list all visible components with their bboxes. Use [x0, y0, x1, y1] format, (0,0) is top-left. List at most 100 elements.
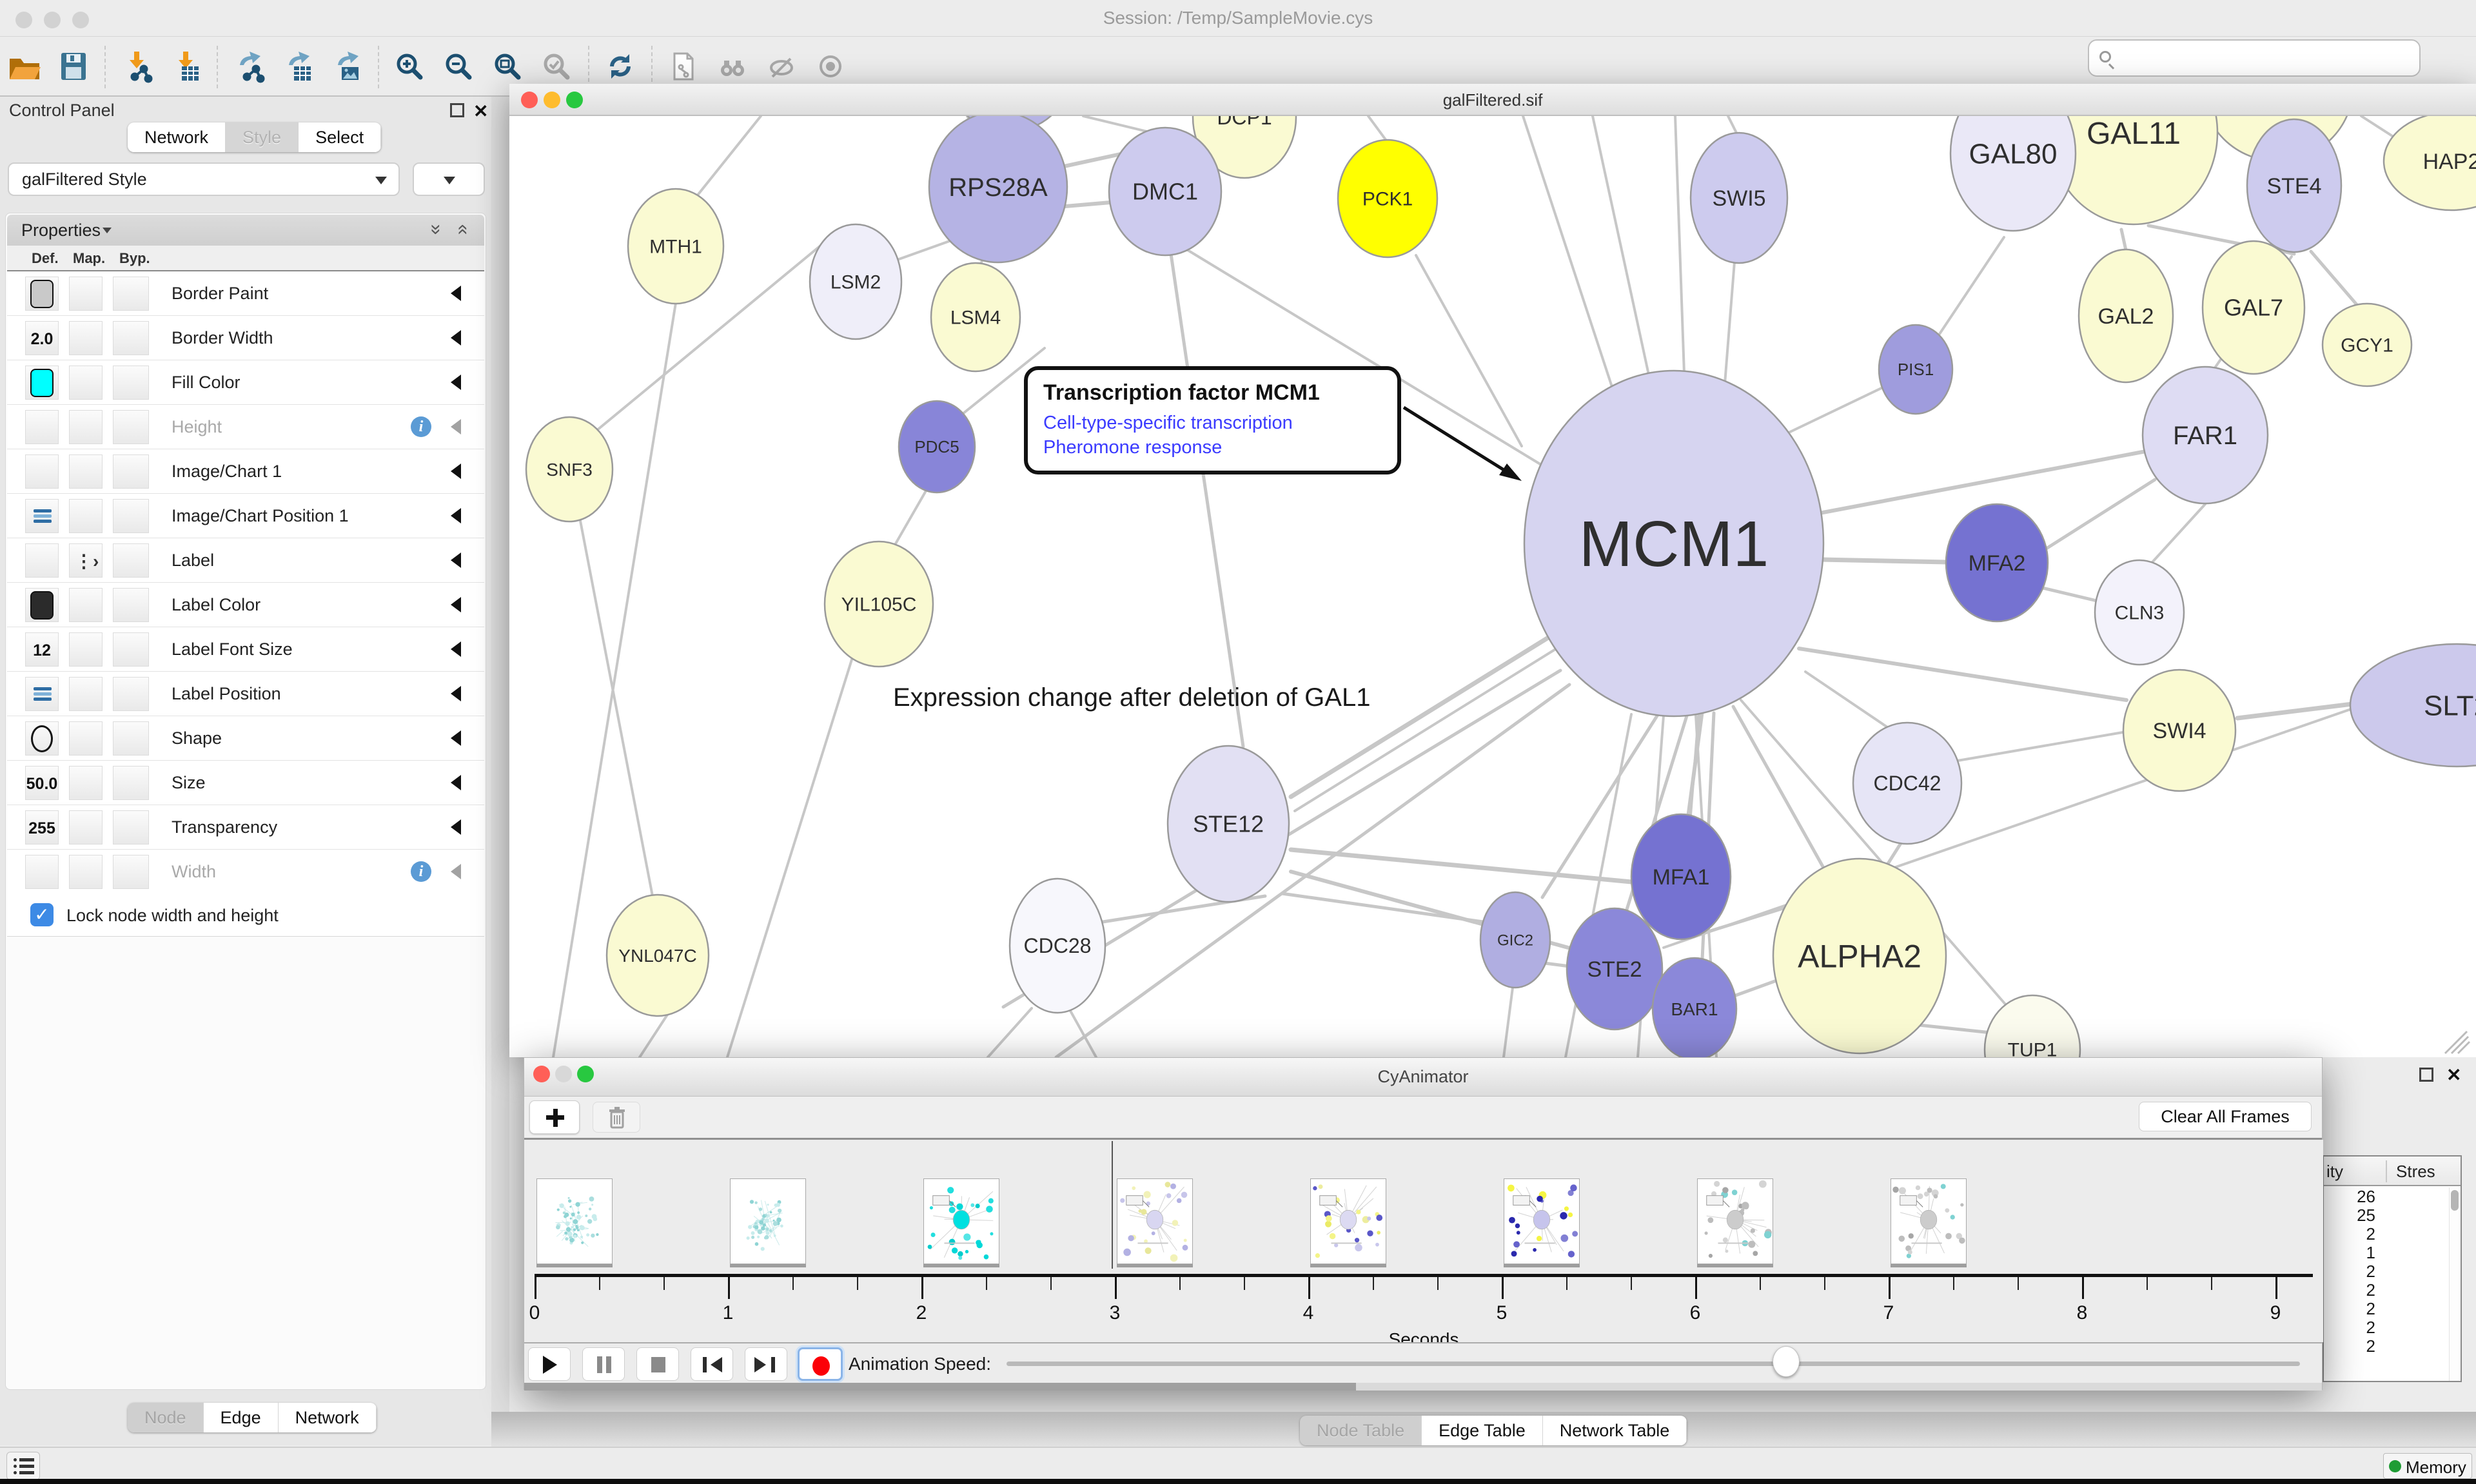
mapping-icon[interactable]: ⋮› [75, 551, 99, 572]
tab-edge-table[interactable]: Edge Table [1422, 1416, 1543, 1445]
property-row-label-color[interactable]: Label Color [7, 583, 484, 627]
node-RPS28A[interactable]: RPS28A [929, 116, 1067, 262]
pause-button[interactable] [582, 1347, 625, 1381]
bypass-cell[interactable] [113, 721, 149, 756]
color-swatch[interactable] [30, 591, 54, 620]
table-vertical-scrollbar[interactable] [2449, 1187, 2459, 1381]
zoom-in-button[interactable] [387, 43, 433, 90]
lock-size-checkbox[interactable]: ✓ [30, 903, 54, 926]
default-value[interactable]: 50.0 [26, 775, 58, 794]
node-GAL2[interactable]: GAL2 [2079, 249, 2173, 382]
default-cell[interactable]: 2.0 [25, 321, 59, 355]
table-cell[interactable]: 2 [2324, 1318, 2375, 1337]
tab-node-table[interactable]: Node Table [1300, 1416, 1422, 1445]
task-history-button[interactable] [6, 1452, 40, 1480]
node-LSM4[interactable]: LSM4 [931, 263, 1020, 371]
mapping-cell[interactable] [69, 366, 103, 400]
node-GIC2[interactable]: GIC2 [1480, 892, 1550, 988]
bypass-cell[interactable] [113, 366, 149, 400]
node-table[interactable]: ity Stres 26252122222 [2323, 1155, 2462, 1382]
search-input[interactable] [2088, 39, 2421, 77]
cyanimator-timeline[interactable]: 0123456789 Seconds [524, 1140, 2323, 1342]
bypass-cell[interactable] [113, 632, 149, 667]
table-cell[interactable]: 1 [2324, 1244, 2375, 1262]
default-cell[interactable]: 50.0 [25, 766, 59, 800]
table-cell[interactable]: 2 [2324, 1337, 2375, 1356]
property-row-border-paint[interactable]: Border Paint [7, 271, 484, 316]
bypass-cell[interactable] [113, 588, 149, 622]
property-row-size[interactable]: 50.0Size [7, 761, 484, 805]
export-table-button[interactable] [275, 43, 321, 90]
frame-thumbnail-6[interactable] [1697, 1178, 1773, 1264]
default-value[interactable]: 12 [26, 641, 58, 660]
property-row-label[interactable]: ⋮›Label [7, 538, 484, 583]
info-icon[interactable]: i [411, 861, 431, 882]
mapping-cell[interactable] [69, 677, 103, 711]
zoom-selected-button[interactable] [534, 43, 580, 90]
frame-thumbnail-3[interactable] [1117, 1178, 1193, 1264]
mapping-cell[interactable] [69, 277, 103, 311]
default-cell[interactable] [25, 410, 59, 444]
bypass-cell[interactable] [113, 810, 149, 845]
bypass-cell[interactable] [113, 855, 149, 889]
tab-node[interactable]: Node [128, 1403, 204, 1432]
bypass-cell[interactable] [113, 543, 149, 578]
table-cell[interactable]: 25 [2324, 1206, 2375, 1225]
mapping-cell[interactable] [69, 855, 103, 889]
expand-all-icon[interactable]: » [426, 224, 447, 235]
mapping-cell[interactable] [69, 499, 103, 533]
table-cell[interactable]: 26 [2324, 1187, 2375, 1206]
default-cell[interactable] [25, 855, 59, 889]
default-cell[interactable] [25, 454, 59, 489]
close-panel-icon[interactable]: ✕ [2446, 1064, 2461, 1086]
export-network-button[interactable] [226, 43, 272, 90]
node-SWI4[interactable]: SWI4 [2123, 670, 2235, 791]
node-CDC42[interactable]: CDC42 [1853, 723, 1961, 844]
property-row-shape[interactable]: Shape [7, 716, 484, 761]
column-divider[interactable] [2386, 1160, 2387, 1182]
zoom-out-button[interactable] [436, 43, 482, 90]
table-cell[interactable]: 2 [2324, 1262, 2375, 1281]
mapping-cell[interactable]: ⋮› [69, 543, 103, 578]
node-STE4[interactable]: STE4 [2247, 119, 2341, 252]
mapping-cell[interactable] [69, 454, 103, 489]
expand-row-icon[interactable] [451, 508, 461, 523]
property-row-label-font-size[interactable]: 12Label Font Size [7, 627, 484, 672]
document-button[interactable] [660, 43, 707, 90]
export-image-button[interactable] [324, 43, 370, 90]
node-MFA1[interactable]: MFA1 [1631, 814, 1731, 939]
property-row-image-chart-1[interactable]: Image/Chart 1 [7, 449, 484, 494]
default-cell[interactable] [25, 277, 59, 311]
node-SNF3[interactable]: SNF3 [526, 417, 613, 522]
node-PDC5[interactable]: PDC5 [899, 401, 975, 493]
node-STE2[interactable]: STE2 [1567, 908, 1662, 1030]
import-network-button[interactable] [113, 43, 160, 90]
expand-row-icon[interactable] [451, 286, 461, 301]
frame-thumbnail-5[interactable] [1504, 1178, 1580, 1264]
default-value[interactable]: 2.0 [26, 330, 58, 349]
binoculars-button[interactable] [709, 43, 756, 90]
float-panel-icon[interactable] [2419, 1068, 2433, 1082]
frame-thumbnail-0[interactable] [536, 1178, 613, 1264]
expand-row-icon[interactable] [451, 464, 461, 479]
mapping-cell[interactable] [69, 588, 103, 622]
frame-thumbnail-7[interactable] [1891, 1178, 1967, 1264]
memory-button[interactable]: Memory [2383, 1453, 2472, 1479]
tab-network-style[interactable]: Network [279, 1403, 377, 1432]
default-cell[interactable]: 12 [25, 632, 59, 667]
node-MCM1[interactable]: MCM1 [1524, 371, 1823, 716]
node-PIS1[interactable]: PIS1 [1879, 325, 1952, 414]
bypass-cell[interactable] [113, 454, 149, 489]
refresh-button[interactable] [597, 43, 644, 90]
tab-network[interactable]: Network [128, 122, 226, 152]
timeline-playhead[interactable] [1112, 1141, 1113, 1269]
zoom-fit-button[interactable] [485, 43, 531, 90]
close-panel-icon[interactable]: ✕ [473, 101, 488, 122]
bypass-cell[interactable] [113, 766, 149, 800]
node-YIL105C[interactable]: YIL105C [825, 542, 933, 667]
property-row-image-chart-position-1[interactable]: Image/Chart Position 1 [7, 494, 484, 538]
default-cell[interactable] [25, 721, 59, 756]
collapse-all-icon[interactable]: « [453, 224, 475, 235]
import-table-button[interactable] [162, 43, 209, 90]
mapping-cell[interactable] [69, 721, 103, 756]
